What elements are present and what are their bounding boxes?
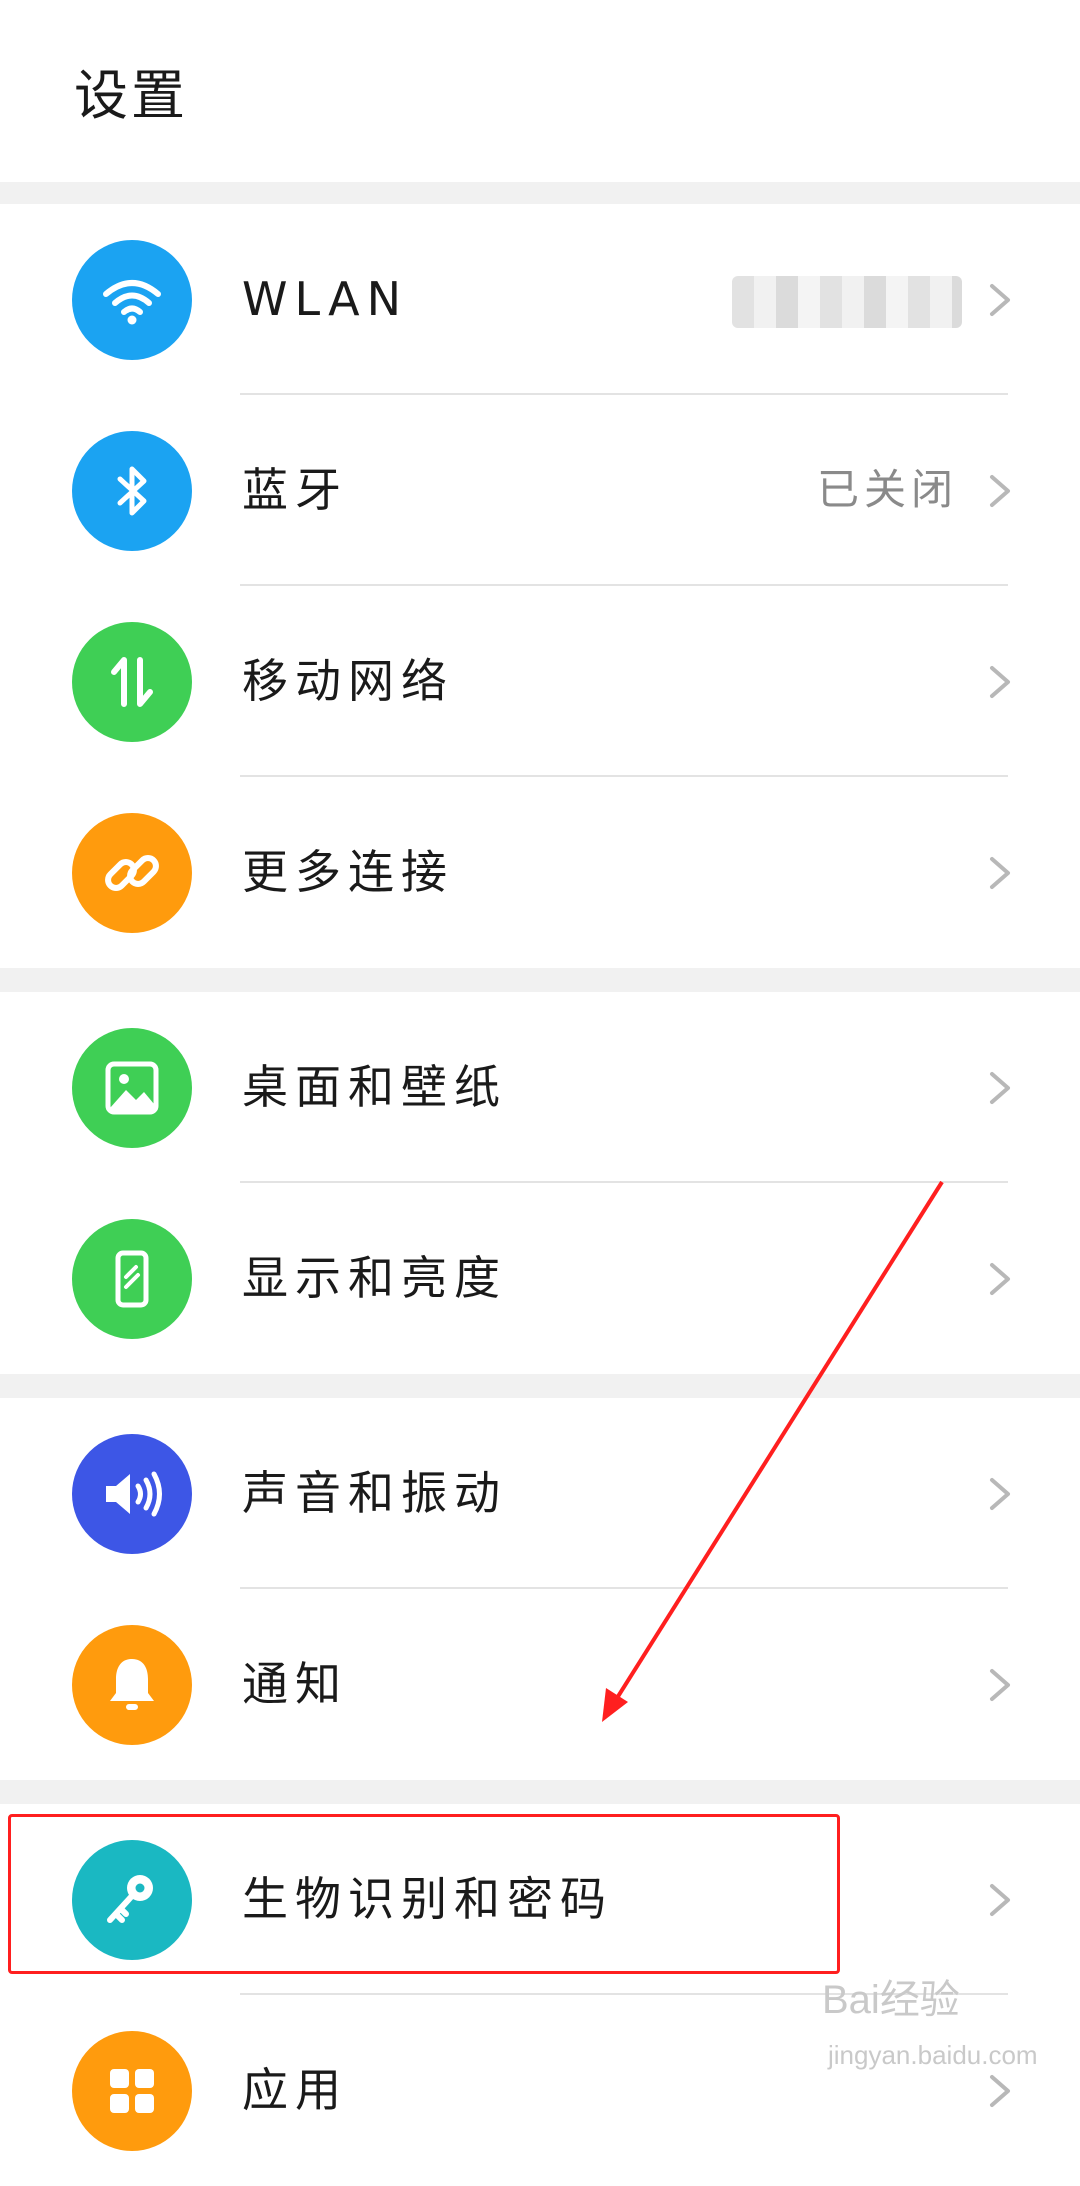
settings-item-biometrics-password[interactable]: 生物识别和密码 — [0, 1804, 1080, 1995]
settings-item-apps[interactable]: 应用 — [0, 1995, 1080, 2186]
chevron-right-icon — [990, 284, 1010, 316]
settings-item-label: 桌面和壁纸 — [242, 1060, 507, 1114]
settings-item-label: 应用 — [242, 2063, 348, 2117]
chevron-right-icon — [990, 2075, 1010, 2107]
chevron-right-icon — [990, 1478, 1010, 1510]
settings-item-desktop-wallpaper[interactable]: 桌面和壁纸 — [0, 992, 1080, 1183]
chevron-right-icon — [990, 857, 1010, 889]
settings-item-display-brightness[interactable]: 显示和亮度 — [0, 1183, 1080, 1374]
sound-icon — [72, 1434, 192, 1554]
wifi-icon — [72, 240, 192, 360]
apps-icon — [72, 2031, 192, 2151]
section-divider — [0, 182, 1080, 204]
settings-item-mobile-network[interactable]: 移动网络 — [0, 586, 1080, 777]
bluetooth-icon — [72, 431, 192, 551]
settings-item-label: 移动网络 — [242, 654, 454, 708]
settings-item-label: 通知 — [242, 1657, 348, 1711]
key-icon — [72, 1840, 192, 1960]
bell-icon — [72, 1625, 192, 1745]
settings-item-label: 声音和振动 — [242, 1466, 507, 1520]
watermark-url: jingyan.baidu.com — [828, 2040, 1038, 2070]
section-divider — [0, 968, 1080, 992]
settings-item-sound-vibration[interactable]: 声音和振动 — [0, 1398, 1080, 1589]
settings-item-label: 生物识别和密码 — [242, 1872, 613, 1926]
settings-item-notifications[interactable]: 通知 — [0, 1589, 1080, 1780]
settings-item-more-connections[interactable]: 更多连接 — [0, 777, 1080, 968]
settings-item-label: 蓝牙 — [242, 463, 348, 517]
section-divider — [0, 1374, 1080, 1398]
chevron-right-icon — [990, 1072, 1010, 1104]
chevron-right-icon — [990, 1669, 1010, 1701]
page-title: 设置 — [74, 64, 188, 127]
watermark-logo: Bai经验 — [822, 1978, 960, 2022]
chevron-right-icon — [990, 666, 1010, 698]
settings-item-bluetooth[interactable]: 蓝牙 已关闭 — [0, 395, 1080, 586]
chevron-right-icon — [990, 1263, 1010, 1295]
settings-item-label: 更多连接 — [242, 845, 454, 899]
settings-item-label: WLAN — [242, 272, 409, 326]
header: 设置 — [0, 0, 1080, 182]
settings-item-value: 已关闭 — [816, 465, 958, 514]
settings-item-label: 显示和亮度 — [242, 1251, 507, 1305]
section-divider — [0, 1780, 1080, 1804]
display-icon — [72, 1219, 192, 1339]
mobile-data-icon — [72, 622, 192, 742]
chevron-right-icon — [990, 1884, 1010, 1916]
settings-item-wlan[interactable]: WLAN — [0, 204, 1080, 395]
image-icon — [72, 1028, 192, 1148]
link-icon — [72, 813, 192, 933]
wifi-network-name-blurred — [732, 276, 962, 328]
chevron-right-icon — [990, 475, 1010, 507]
